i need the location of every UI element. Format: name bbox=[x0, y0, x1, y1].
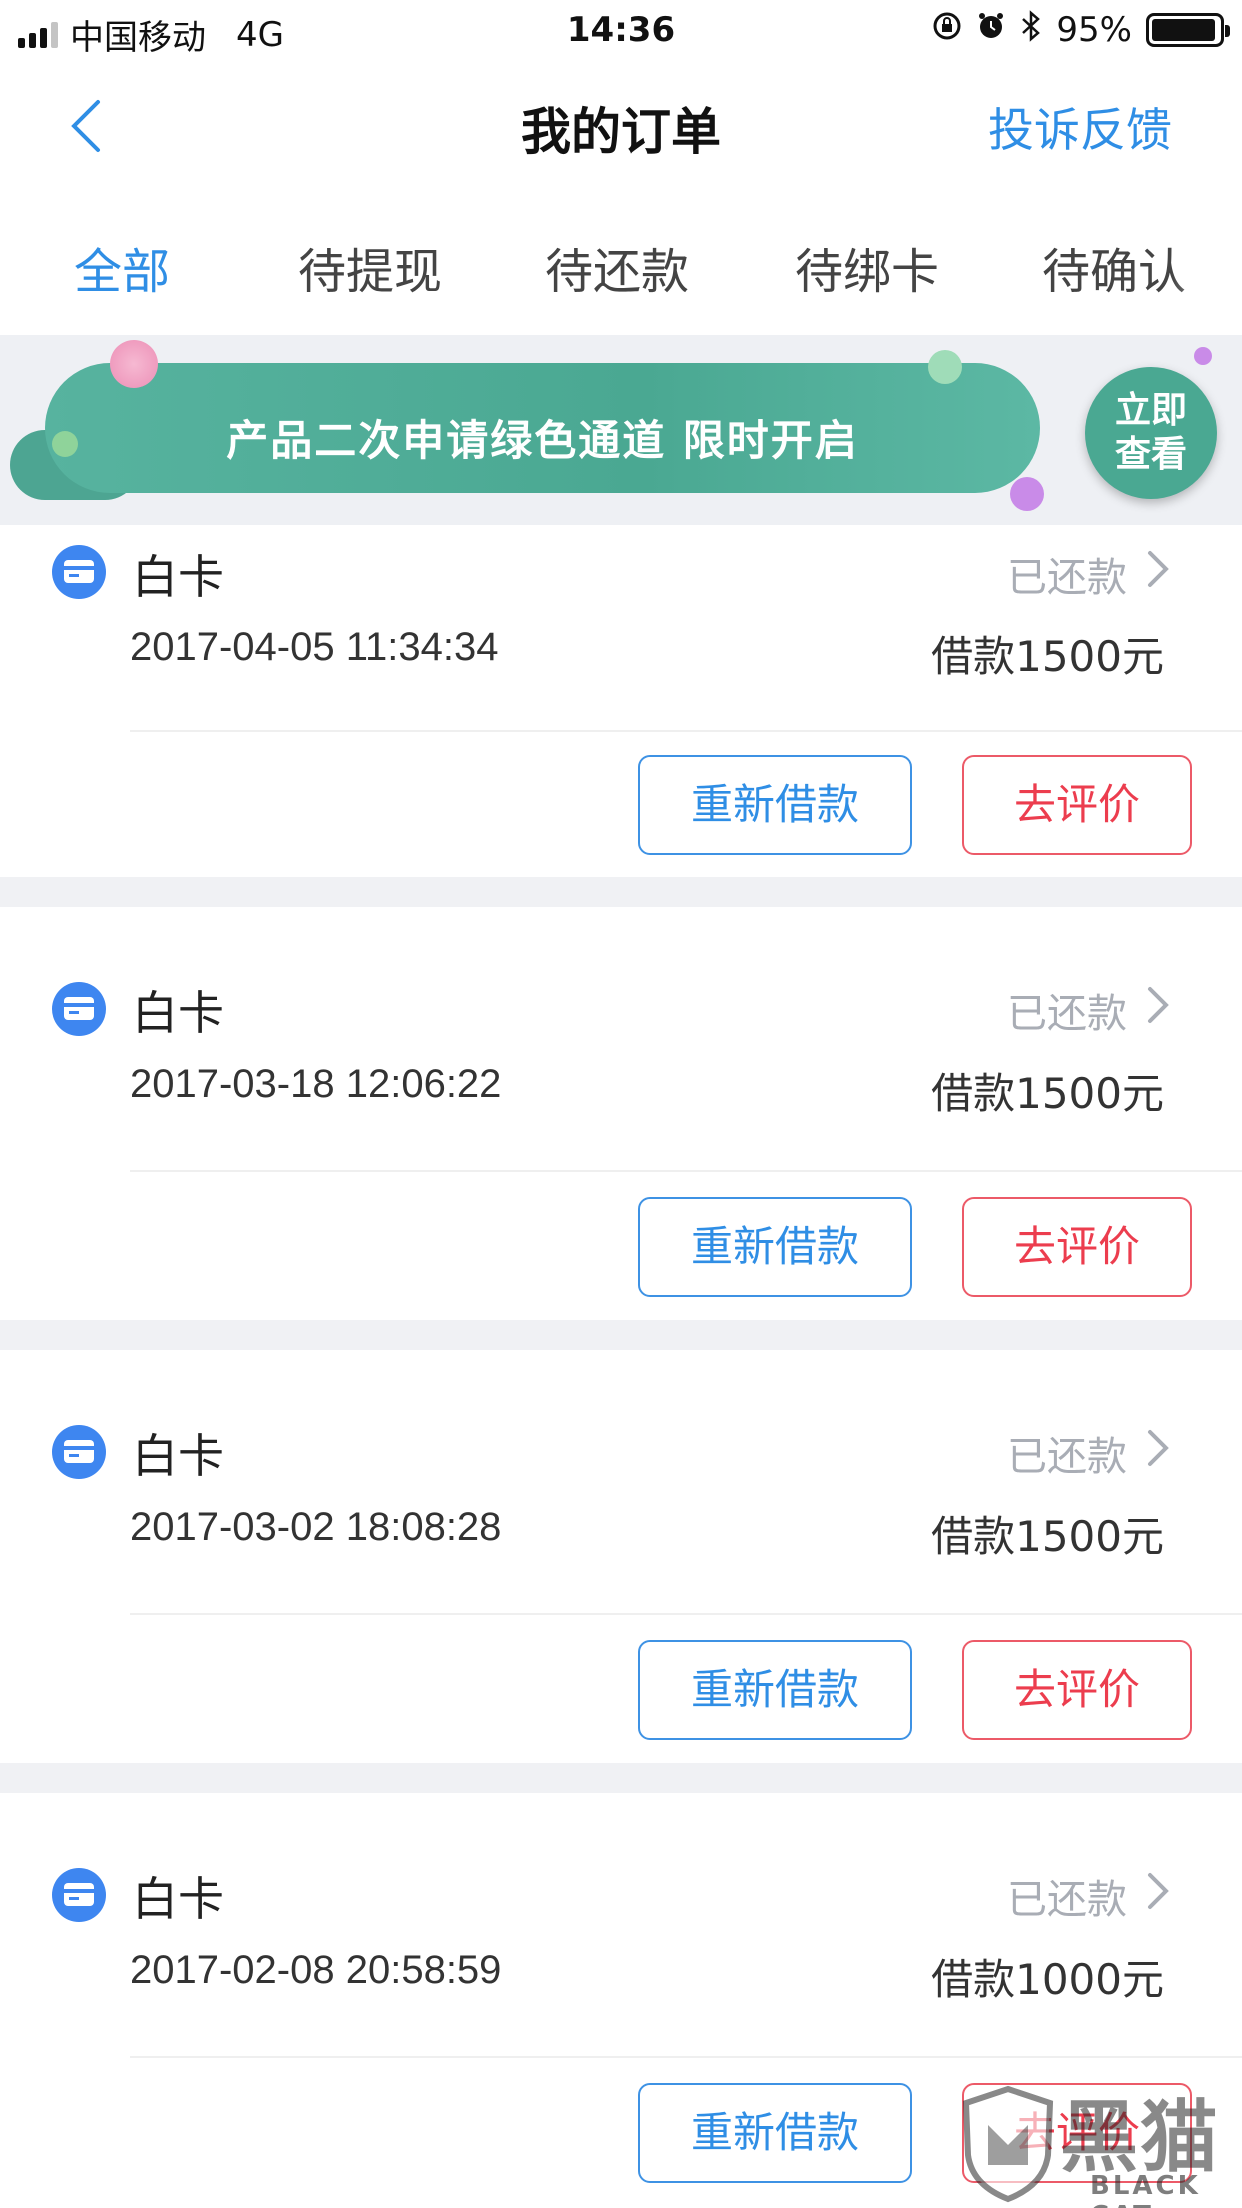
card-icon bbox=[52, 1425, 106, 1479]
chevron-right-icon bbox=[1148, 987, 1169, 1023]
tab-pending-confirm[interactable]: 待确认 bbox=[1042, 232, 1186, 302]
section-gap bbox=[0, 1320, 1242, 1350]
order-amount: 借款1500元 bbox=[931, 632, 1164, 681]
order-card[interactable]: 白卡 已还款 2017-04-05 11:34:34 借款1500元 重新借款 … bbox=[0, 525, 1242, 877]
banner-text: 产品二次申请绿色通道 限时开启 bbox=[226, 416, 859, 465]
order-amount: 借款1500元 bbox=[931, 1069, 1164, 1118]
review-button[interactable]: 去评价 bbox=[962, 1640, 1192, 1740]
reborrow-button[interactable]: 重新借款 bbox=[638, 1640, 912, 1740]
chevron-right-icon bbox=[1148, 1430, 1169, 1466]
card-icon bbox=[52, 545, 106, 599]
status-right: 95% bbox=[932, 10, 1230, 50]
banner-button-line2: 查看 bbox=[1114, 434, 1187, 475]
tab-pending-withdraw[interactable]: 待提现 bbox=[298, 232, 442, 302]
tab-pending-bind-card[interactable]: 待绑卡 bbox=[795, 232, 939, 302]
chevron-right-icon bbox=[1148, 551, 1169, 587]
order-amount: 借款1500元 bbox=[931, 1512, 1164, 1561]
chevron-right-icon bbox=[1148, 1873, 1169, 1909]
product-name: 白卡 bbox=[132, 986, 224, 1040]
order-time: 2017-04-05 11:34:34 bbox=[130, 625, 499, 669]
bluetooth-icon bbox=[1020, 10, 1042, 50]
section-gap bbox=[0, 877, 1242, 907]
status-bar: 中国移动 4G 14:36 95% bbox=[0, 0, 1242, 64]
order-card[interactable]: 白卡 已还款 2017-03-02 18:08:28 借款1500元 重新借款 … bbox=[0, 1350, 1242, 1763]
order-amount: 借款1000元 bbox=[931, 1955, 1164, 2004]
order-status: 已还款 bbox=[1007, 991, 1127, 1037]
shield-icon bbox=[962, 2085, 1054, 2203]
card-icon bbox=[52, 982, 106, 1036]
order-status: 已还款 bbox=[1007, 1434, 1127, 1480]
review-button[interactable]: 去评价 bbox=[962, 1197, 1192, 1297]
review-button[interactable]: 去评价 bbox=[962, 755, 1192, 855]
card-icon bbox=[52, 1868, 106, 1922]
alarm-icon bbox=[976, 11, 1006, 49]
banner-view-now-button[interactable]: 立即 查看 bbox=[1085, 367, 1217, 499]
order-time: 2017-03-02 18:08:28 bbox=[130, 1505, 502, 1549]
order-time: 2017-02-08 20:58:59 bbox=[130, 1948, 502, 1992]
nav-bar: 我的订单 投诉反馈 bbox=[0, 64, 1242, 188]
banner-button-line1: 立即 bbox=[1114, 390, 1187, 431]
reborrow-button[interactable]: 重新借款 bbox=[638, 2083, 912, 2183]
section-gap bbox=[0, 1763, 1242, 1793]
watermark-subtext: BLACK CAT bbox=[1090, 2171, 1201, 2208]
order-status: 已还款 bbox=[1007, 555, 1127, 601]
reborrow-button[interactable]: 重新借款 bbox=[638, 755, 912, 855]
product-name: 白卡 bbox=[132, 1429, 224, 1483]
order-time: 2017-03-18 12:06:22 bbox=[130, 1062, 502, 1106]
order-status: 已还款 bbox=[1007, 1877, 1127, 1923]
black-cat-watermark: 黑猫 BLACK CAT bbox=[960, 2075, 1242, 2208]
battery-percent: 95% bbox=[1056, 10, 1132, 50]
product-name: 白卡 bbox=[132, 1872, 224, 1926]
battery-icon bbox=[1146, 13, 1230, 47]
complaint-feedback-link[interactable]: 投诉反馈 bbox=[988, 94, 1172, 160]
product-name: 白卡 bbox=[132, 550, 224, 604]
rotation-lock-icon bbox=[932, 11, 962, 49]
tab-pending-repay[interactable]: 待还款 bbox=[545, 232, 689, 302]
order-card[interactable]: 白卡 已还款 2017-03-18 12:06:22 借款1500元 重新借款 … bbox=[0, 907, 1242, 1320]
reborrow-button[interactable]: 重新借款 bbox=[638, 1197, 912, 1297]
order-tabs: 全部 待提现 待还款 待绑卡 待确认 bbox=[0, 200, 1242, 335]
promo-banner[interactable]: 产品二次申请绿色通道 限时开启 立即 查看 bbox=[0, 335, 1242, 525]
tab-all[interactable]: 全部 bbox=[74, 232, 170, 302]
